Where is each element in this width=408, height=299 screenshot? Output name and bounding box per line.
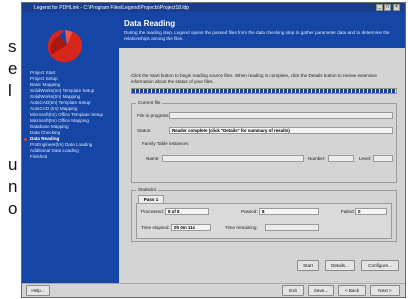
doc-text-line: s <box>8 37 17 56</box>
sidebar-item-label: Microsoft(tm) Office Mapping <box>30 118 89 123</box>
statistics-group: Statistics Pass 1 Processed: 8 of 8 Pass… <box>131 187 397 242</box>
wizard-sidebar: Project Start Project Setup Basic Mappin… <box>22 12 119 283</box>
level-field <box>373 155 393 162</box>
window-title: Legend for PDHLink - C:\Program Files\Le… <box>34 4 190 11</box>
passed-label: Passed: <box>241 209 258 214</box>
time-elapsed-label: Time elapsed: <box>141 225 170 230</box>
sidebar-item-label: Database Mapping <box>30 124 69 129</box>
name-field <box>162 155 304 162</box>
sidebar-item-label: AutoCAD(tm) Template Setup <box>30 100 91 105</box>
close-button[interactable]: × <box>393 4 400 11</box>
doc-text-line: n <box>8 177 18 196</box>
tab-pass-1[interactable]: Pass 1 <box>138 195 164 203</box>
maximize-button[interactable]: □ <box>384 4 391 11</box>
current-file-legend: Current file <box>136 100 163 105</box>
status-label: Status: <box>137 128 152 133</box>
back-button[interactable]: < Back <box>338 285 366 296</box>
sidebar-item-label: SolidWorks(tm) Mapping <box>30 94 81 99</box>
configure-button[interactable]: Configure... <box>361 260 399 271</box>
sidebar-item-finished[interactable]: Finished <box>25 154 119 160</box>
status-field: Reader complete (click "Details" for sum… <box>169 127 393 134</box>
time-elapsed-field: 0h 0m 11s <box>171 224 211 231</box>
details-button[interactable]: Details... <box>325 260 355 271</box>
number-label: Number: <box>308 156 326 161</box>
family-table-label: Family Table instances <box>142 141 189 146</box>
save-button[interactable]: Save... <box>308 285 334 296</box>
failed-label: Failed: <box>341 209 355 214</box>
document-text-strip: s e l u n o <box>0 0 20 299</box>
legend-logo-icon <box>47 29 83 63</box>
reading-progress-bar <box>131 88 397 94</box>
sidebar-item-label: Finished <box>30 154 48 159</box>
wizard-step-list: Project Start Project Setup Basic Mappin… <box>24 70 119 160</box>
sidebar-item-label: Data Reading <box>30 136 60 141</box>
main-panel: Click the Start button to begin reading … <box>119 48 405 283</box>
sidebar-item-label: SolidWorks(tm) Template Setup <box>30 88 95 93</box>
sidebar-item-label: Basic Mapping <box>30 82 61 87</box>
page-header: Data Reading During the reading step, Le… <box>119 12 405 48</box>
progress-bar-fill <box>132 89 396 93</box>
statistics-tab-panel: Processed: 8 of 8 Passed: 8 Failed: 0 Ti… <box>136 203 392 239</box>
help-button[interactable]: Help... <box>26 285 50 296</box>
doc-text-line: u <box>8 155 18 174</box>
page-title: Data Reading <box>124 19 176 28</box>
sidebar-item-label: Project Setup <box>30 76 58 81</box>
sidebar-item-label: AutoCAD (tm) Mapping <box>30 106 78 111</box>
instructions-text: Click the Start button to begin reading … <box>131 73 377 84</box>
passed-field: 8 <box>259 208 319 215</box>
title-bar[interactable]: Legend for PDHLink - C:\Program Files\Le… <box>22 3 405 12</box>
start-button[interactable]: Start <box>297 260 319 271</box>
sidebar-item-label: Additional Data Loading <box>30 148 79 153</box>
doc-text-line: o <box>8 199 18 218</box>
doc-text-line: e <box>8 59 18 78</box>
level-label: Level: <box>359 156 372 161</box>
next-button[interactable]: Next > <box>370 285 400 296</box>
sidebar-item-label: Microsoft(tm) Office Template Setup <box>30 112 104 117</box>
current-file-group: Current file File in progress: Status: R… <box>131 100 397 183</box>
sidebar-item-label: Project Start <box>30 70 56 75</box>
current-step-marker-icon <box>24 137 27 141</box>
name-label: Name: <box>146 156 160 161</box>
number-field <box>328 155 354 162</box>
wizard-footer: Help... Exit Save... < Back Next > <box>22 283 405 297</box>
exit-button[interactable]: Exit <box>282 285 304 296</box>
file-in-progress-field <box>169 112 393 119</box>
time-remaining-field <box>265 224 319 231</box>
processed-field: 8 of 8 <box>165 208 209 215</box>
page-description: During the reading step, Legend opens th… <box>124 30 390 41</box>
application-window: Legend for PDHLink - C:\Program Files\Le… <box>21 2 406 298</box>
doc-text-line: l <box>8 81 12 100</box>
sidebar-item-label: ProEngineer(tm) Data Loading <box>30 142 93 147</box>
processed-label: Processed: <box>141 209 164 214</box>
failed-field: 0 <box>355 208 387 215</box>
file-in-progress-label: File in progress: <box>137 113 170 118</box>
time-remaining-label: Time remaining: <box>225 225 258 230</box>
minimize-button[interactable]: _ <box>376 4 383 11</box>
sidebar-item-label: Data Checking <box>30 130 61 135</box>
statistics-legend: Statistics <box>136 187 159 192</box>
